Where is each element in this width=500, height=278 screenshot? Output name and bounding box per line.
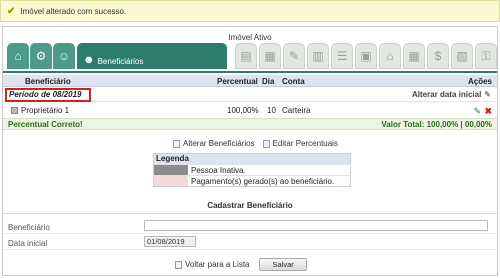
back-to-list-link[interactable]: Voltar para a Lista [175,260,249,269]
main-panel: Imóvel Ativo ⌂ ⚙ ☺ ☻ Beneficiários ▤ ▦ ✎… [2,26,498,276]
photo-icon[interactable]: ▣ [355,43,377,69]
legend-label: Pessoa Inativa. [191,166,246,175]
table-row: Proprietário 1 100,00% 10 Carteira ✎ ✖ [3,104,497,117]
edit-percentages-label: Editar Percentuais [272,139,338,148]
document-icon [262,139,270,148]
start-date-label: Data inicial [8,239,48,248]
divider [3,213,497,214]
alter-start-date-link[interactable]: Alterar data inicial ✎ [412,90,491,99]
money-icon[interactable]: $ [427,43,449,69]
save-button[interactable]: Salvar [259,258,307,271]
percent-status: Percentual Correto! [8,120,83,129]
divider [3,233,497,234]
edit-user-icon[interactable]: ✎ [473,106,481,117]
legend-swatch-inactive [154,165,188,175]
document-icon [175,260,182,269]
delete-icon[interactable]: ✖ [484,106,492,117]
back-to-list-label: Voltar para a Lista [185,260,250,269]
people-icon: ☻ [83,54,95,66]
home-icon[interactable]: ⌂ [379,43,401,69]
success-alert: ✔ Imóvel alterado com sucesso. [0,0,500,22]
start-date-input[interactable] [144,236,196,247]
total-value: Valor Total: 100,00% | 00,00% [381,120,492,129]
beneficiary-name: Proprietário 1 [11,106,69,115]
tab-underline [3,71,497,73]
period-row: Período de 08/2019 Alterar data inicial ✎ [3,88,497,102]
table-header: Beneficiário Percentual Dia Conta Ações [3,75,497,87]
document-icon[interactable]: ▤ [235,43,257,69]
legend-label: Pagamento(s) gerado(s) ao beneficiário. [191,177,335,186]
beneficiary-actions: Alterar Beneficiários Editar Percentuais [173,139,338,148]
alter-beneficiaries-link[interactable]: Alterar Beneficiários [173,139,255,148]
row-dia: 10 [267,106,276,115]
header-beneficiario: Beneficiário [25,77,71,86]
people-icon[interactable]: ☺ [53,43,75,69]
house-icon[interactable]: ⌂ [7,43,29,69]
beneficiary-input[interactable] [144,220,488,231]
document-icon [173,139,180,148]
legend: Legenda Pessoa Inativa. Pagamento(s) ger… [153,153,351,187]
tab-beneficiarios-label: Beneficiários [97,57,144,66]
legend-item: Pagamento(s) gerado(s) ao beneficiário. [154,175,350,186]
alert-message: Imóvel alterado com sucesso. [20,6,127,16]
legend-swatch-paid [154,176,188,186]
list-icon[interactable]: ☰ [331,43,353,69]
row-conta: Carteira [282,106,311,115]
key-icon[interactable]: ⚿ [475,43,497,69]
edit-percentages-link[interactable]: Editar Percentuais [262,139,338,148]
tabs-title: Imóvel Ativo [228,33,272,42]
beneficiary-field-label: Beneficiário [8,223,50,232]
start-date-field-row: Data inicial [3,236,497,250]
check-icon: ✔ [7,5,16,17]
alter-beneficiaries-label: Alterar Beneficiários [183,139,255,148]
header-percentual: Percentual [217,77,258,86]
row-percentual: 100,00% [227,106,259,115]
bottom-actions: Voltar para a Lista Salvar [175,258,307,271]
header-conta: Conta [282,77,305,86]
book-icon[interactable]: ▧ [451,43,473,69]
legend-title: Legenda [154,154,350,164]
row-name: Proprietário 1 [21,106,70,115]
beneficiary-field-row: Beneficiário [3,220,497,234]
tab-beneficiarios[interactable]: ☻ Beneficiários [77,43,227,69]
status-row: Percentual Correto! Valor Total: 100,00%… [3,118,497,130]
period-label: Período de 08/2019 [5,88,91,102]
user-icon [11,107,18,114]
clipboard-icon[interactable]: ▦ [259,43,281,69]
gear-icon[interactable]: ⚙ [30,43,52,69]
header-acoes: Ações [467,77,492,86]
legend-item: Pessoa Inativa. [154,164,350,175]
tools-icon[interactable]: ✎ [283,43,305,69]
form-section-title: Cadastrar Beneficiário [207,201,293,210]
calendar-icon[interactable]: ▦ [403,43,425,69]
pencil-icon: ✎ [484,90,491,99]
header-dia: Dia [262,77,275,86]
tab-bar: ⌂ ⚙ ☺ ☻ Beneficiários ▤ ▦ ✎ ▥ ☰ ▣ ⌂ ▦ $ … [3,43,497,71]
divider [3,249,497,250]
alter-start-label: Alterar data inicial [411,90,482,99]
form-icon[interactable]: ▥ [307,43,329,69]
